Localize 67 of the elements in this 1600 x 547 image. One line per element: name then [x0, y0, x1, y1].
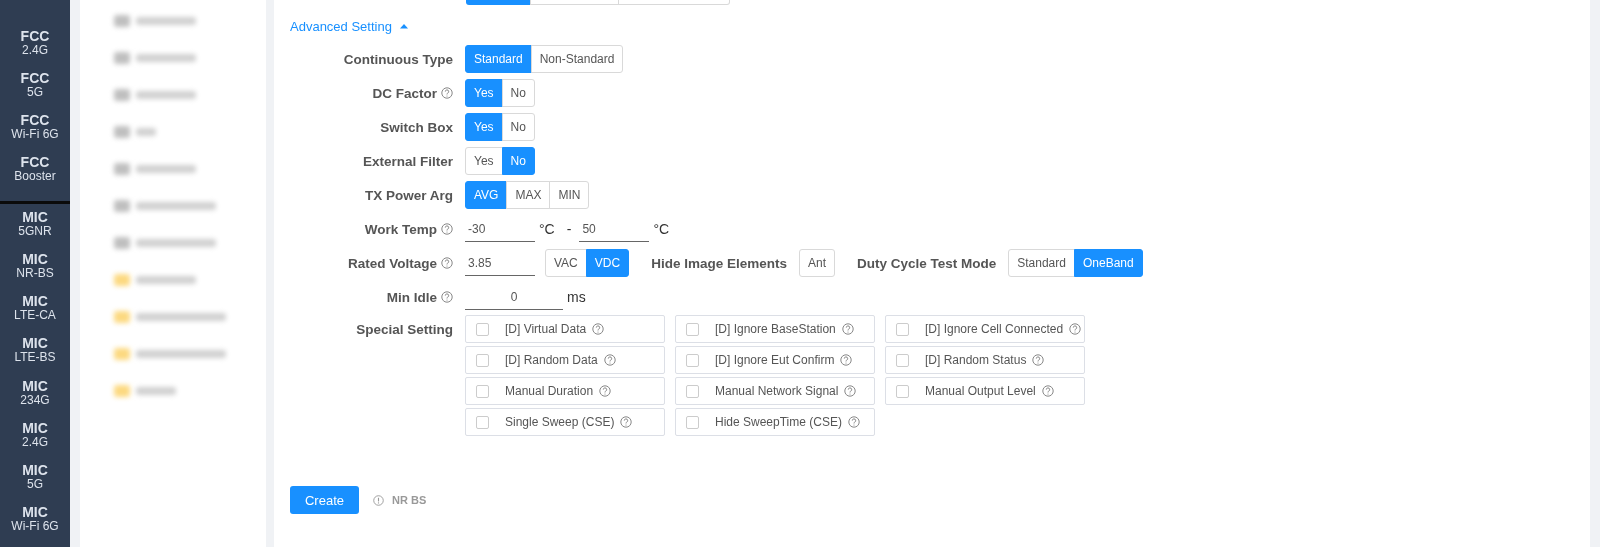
field-label: DC Factor: [372, 85, 437, 101]
sidebar-item[interactable]: MIC LTE-BS: [0, 336, 70, 379]
help-icon: [599, 385, 612, 397]
segment-button[interactable]: Non-Standard: [530, 45, 624, 73]
sidebar-item[interactable]: FCC 5G: [0, 71, 70, 114]
unit-label: ms: [567, 289, 586, 305]
sidebar-item[interactable]: FCC 2.4G: [0, 29, 70, 72]
segment-button[interactable]: No: [501, 113, 535, 141]
checkbox-option[interactable]: [D] Ignore Eut Confirm: [675, 346, 875, 374]
sidebar-item[interactable]: FCC Booster: [0, 155, 70, 198]
segment-button[interactable]: MAX: [506, 181, 551, 209]
field-label: Special Setting: [356, 321, 453, 337]
help-icon: [844, 385, 857, 397]
help-icon: [441, 257, 453, 269]
sidebar-item[interactable]: MIC NR-BS: [0, 252, 70, 295]
checkbox-option[interactable]: [D] Random Data: [465, 346, 665, 374]
field-label: Rated Voltage: [348, 255, 437, 271]
field-label: External Filter: [362, 153, 453, 169]
sidebar-item[interactable]: MIC 5G: [0, 462, 70, 505]
field-label: Continuous Type: [343, 51, 453, 67]
unit-label: °C: [653, 221, 670, 237]
checkbox-option[interactable]: [D] Ignore Cell Connected: [885, 315, 1085, 343]
segment-button[interactable]: Standard: [1008, 249, 1075, 277]
checkbox-option[interactable]: Single Sweep (CSE): [465, 408, 665, 436]
field-label: Hide Image Elements: [651, 255, 787, 271]
range-separator: -: [566, 221, 572, 237]
help-icon: [441, 291, 453, 303]
help-icon: [592, 323, 605, 335]
field-label: Min Idle: [386, 289, 437, 305]
segment-button[interactable]: Ant: [798, 249, 835, 277]
note-text: NR BS: [392, 494, 427, 506]
checkbox-option[interactable]: [D] Ignore BaseStation: [675, 315, 875, 343]
segment-button[interactable]: Yes: [465, 147, 503, 175]
help-icon: [441, 223, 453, 235]
segment-button[interactable]: VAC: [545, 249, 587, 277]
help-icon: [441, 87, 453, 99]
help-icon: [1041, 385, 1054, 397]
help-icon: [840, 354, 853, 366]
unit-label: °C: [539, 221, 555, 237]
help-icon: [603, 354, 616, 366]
sidebar-item[interactable]: MIC 5GNR: [0, 210, 70, 253]
checkbox-option[interactable]: [D] Random Status: [885, 346, 1085, 374]
help-icon: [847, 416, 860, 428]
sidebar-item[interactable]: MIC 234G: [0, 378, 70, 421]
caret-icon: [399, 23, 408, 29]
help-icon: [1032, 354, 1045, 366]
checkbox-option[interactable]: [D] Virtual Data: [465, 315, 665, 343]
checkbox-option[interactable]: Manual Duration: [465, 377, 665, 405]
help-icon: [620, 416, 633, 428]
checkbox-option[interactable]: Manual Network Signal: [675, 377, 875, 405]
field-label: TX Power Arg: [365, 187, 453, 203]
sidebar-item[interactable]: FCC Wi-Fi 6G: [0, 113, 70, 156]
blurred-list-item: [114, 384, 176, 397]
checkbox-option[interactable]: Manual Output Level: [885, 377, 1085, 405]
sidebar-item[interactable]: MIC LTE-CA: [0, 294, 70, 337]
field-label: Duty Cycle Test Mode: [856, 255, 997, 271]
segment-button[interactable]: MIN: [549, 181, 590, 209]
checkbox-option[interactable]: Hide SweepTime (CSE): [675, 408, 875, 436]
info-icon: [373, 494, 384, 506]
sidebar-item[interactable]: MIC 2.4G: [0, 420, 70, 463]
blurred-list-item: [114, 125, 156, 138]
field-label: Work Temp: [364, 221, 437, 237]
field-label: Switch Box: [380, 119, 453, 135]
segment-button[interactable]: No: [501, 79, 535, 107]
help-icon: [1069, 323, 1082, 335]
help-icon: [841, 323, 854, 335]
sidebar-item[interactable]: MIC Wi-Fi 6G: [0, 504, 70, 547]
